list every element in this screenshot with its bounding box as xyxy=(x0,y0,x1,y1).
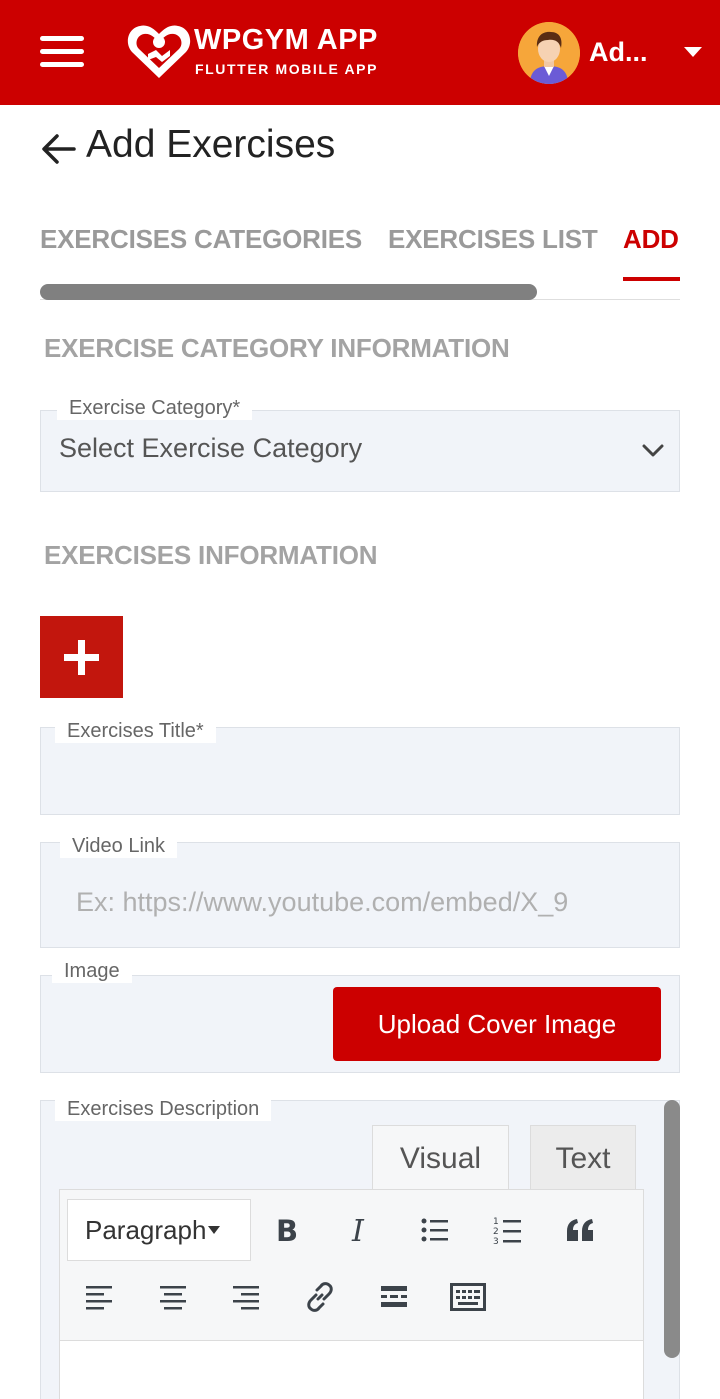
user-name[interactable]: Ad... xyxy=(589,37,648,68)
section-heading-category: EXERCISE CATEGORY INFORMATION xyxy=(44,333,510,363)
caret-down-icon xyxy=(208,1226,221,1234)
exercises-description-label: Exercises Description xyxy=(55,1098,272,1121)
svg-text:2: 2 xyxy=(493,1227,499,1237)
back-arrow-icon[interactable] xyxy=(40,132,76,166)
editor-content-area[interactable] xyxy=(59,1340,644,1399)
image-label: Image xyxy=(52,960,132,983)
svg-text:1: 1 xyxy=(493,1217,499,1227)
link-icon[interactable] xyxy=(298,1275,342,1319)
page-title: Add Exercises xyxy=(86,123,336,166)
exercises-title-label: Exercises Title* xyxy=(55,720,216,743)
tabs-scrollbar[interactable] xyxy=(40,284,537,300)
video-link-label: Video Link xyxy=(60,835,178,858)
svg-text:3: 3 xyxy=(493,1237,499,1245)
toolbar-toggle-icon[interactable] xyxy=(446,1275,490,1319)
blockquote-icon[interactable] xyxy=(559,1208,603,1252)
editor-tab-text[interactable]: Text xyxy=(530,1125,636,1191)
tab-exercises-list[interactable]: EXERCISES LIST xyxy=(388,224,598,255)
exercise-category-value[interactable]: Select Exercise Category xyxy=(59,433,362,464)
app-name: WPGYM APP xyxy=(194,24,378,56)
tab-exercises-categories[interactable]: EXERCISES CATEGORIES xyxy=(40,224,362,255)
logo-icon xyxy=(127,25,191,78)
align-left-icon[interactable] xyxy=(77,1275,121,1319)
app-subtitle: FLUTTER MOBILE APP xyxy=(195,61,379,77)
avatar[interactable] xyxy=(518,22,580,84)
video-link-placeholder[interactable]: Ex: https://www.youtube.com/embed/X_9 xyxy=(76,887,644,918)
paragraph-format-value: Paragraph xyxy=(85,1214,207,1245)
numbered-list-icon[interactable]: 1 2 3 xyxy=(486,1208,530,1252)
align-right-icon[interactable] xyxy=(224,1275,268,1319)
svg-text:B: B xyxy=(276,1215,298,1245)
upload-cover-image-button[interactable]: Upload Cover Image xyxy=(333,987,661,1061)
editor-scrollbar[interactable] xyxy=(664,1100,680,1358)
chevron-down-icon[interactable] xyxy=(642,443,664,459)
chevron-down-icon[interactable] xyxy=(684,47,702,57)
align-center-icon[interactable] xyxy=(151,1275,195,1319)
bold-icon[interactable]: B xyxy=(265,1208,309,1252)
user-avatar-icon xyxy=(518,22,580,84)
menu-icon[interactable] xyxy=(40,34,84,70)
app-header: WPGYM APP FLUTTER MOBILE APP Ad... xyxy=(0,0,720,105)
exercise-category-label: Exercise Category* xyxy=(57,397,253,420)
italic-icon[interactable]: I xyxy=(338,1208,382,1252)
section-heading-exercises: EXERCISES INFORMATION xyxy=(44,540,378,570)
editor-tab-visual[interactable]: Visual xyxy=(372,1125,509,1191)
svg-text:I: I xyxy=(351,1215,365,1245)
active-tab-indicator xyxy=(623,277,680,281)
add-exercise-button[interactable] xyxy=(40,616,123,698)
read-more-icon[interactable] xyxy=(372,1275,416,1319)
paragraph-format-select[interactable]: Paragraph xyxy=(67,1199,251,1261)
bullet-list-icon[interactable] xyxy=(413,1208,457,1252)
tab-add[interactable]: ADD xyxy=(623,224,679,255)
